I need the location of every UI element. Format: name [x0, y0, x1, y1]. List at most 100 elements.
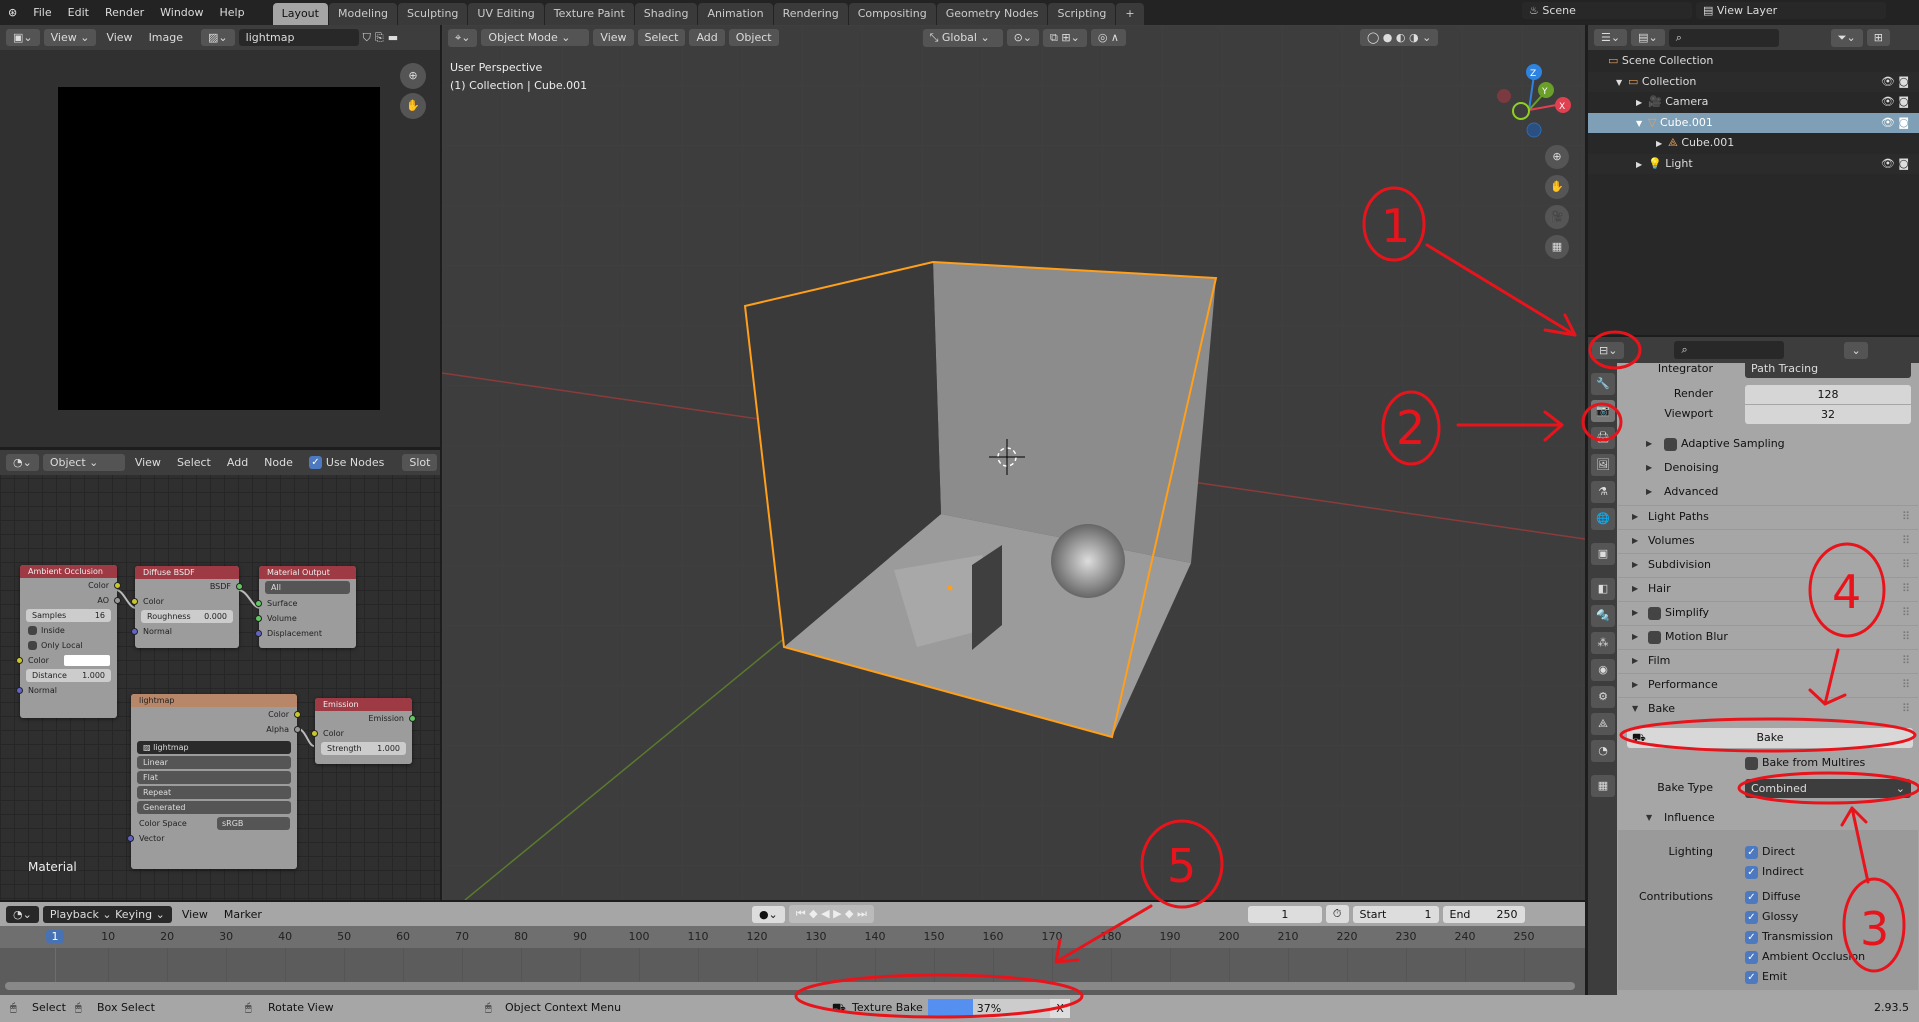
new-collection-button[interactable]: ⊞	[1866, 29, 1890, 46]
tab-workspace-8[interactable]: Compositing	[848, 3, 936, 25]
drag-handle-icon[interactable]: ⠿	[1902, 698, 1910, 720]
properties-tab-scene[interactable]: ⚗	[1591, 481, 1615, 503]
menu-file[interactable]: File	[25, 6, 59, 19]
menu-view[interactable]: View	[100, 31, 138, 44]
extension-dropdown[interactable]: Repeat	[137, 786, 291, 799]
color-swatch[interactable]	[64, 655, 110, 666]
drag-handle-icon[interactable]: ⠿	[1902, 578, 1910, 600]
visibility-eye-icon[interactable]: 👁 ◙	[1881, 72, 1909, 92]
distance-field[interactable]: Distance 1.000	[26, 669, 111, 682]
properties-tab-tool[interactable]: 🔧	[1591, 373, 1615, 395]
outliner-item[interactable]: ▭ Scene Collection	[1588, 51, 1919, 71]
visibility-eye-icon[interactable]: 👁 ◙	[1881, 113, 1909, 133]
menu-marker[interactable]: Marker	[218, 908, 268, 921]
viewport-samples-field[interactable]: 32	[1745, 405, 1911, 424]
playback-controls[interactable]: ⏮ ◆ ◀ ▶ ◆ ⏭	[788, 905, 874, 923]
options-dropdown[interactable]: ⌄	[1844, 341, 1868, 359]
contribution-checkbox[interactable]: ✓ Emit	[1618, 966, 1918, 988]
tab-workspace-7[interactable]: Rendering	[773, 3, 848, 25]
drag-handle-icon[interactable]: ⠿	[1902, 602, 1910, 624]
socket-output[interactable]	[114, 597, 121, 604]
node-ambient-occlusion[interactable]: Ambient Occlusion Color AO Samples 16 Ins…	[16, 565, 121, 718]
outliner-item[interactable]: ▼ ▽ Cube.001 👁 ◙	[1588, 112, 1919, 133]
socket-input[interactable]	[131, 598, 138, 605]
menu-render[interactable]: Render	[97, 6, 152, 19]
outliner-search[interactable]: ⌕	[1668, 28, 1779, 47]
socket-input[interactable]	[16, 657, 23, 664]
subpanel-1[interactable]: ▶ Denoising	[1618, 457, 1918, 479]
contribution-checkbox[interactable]: ✓ Transmission	[1618, 926, 1918, 948]
properties-tab-texture[interactable]: ▦	[1591, 775, 1615, 797]
filter-dropdown[interactable]: ⏷⌄	[1830, 28, 1863, 47]
view-mode-dropdown[interactable]: View ⌄	[43, 29, 97, 46]
tab-workspace-11[interactable]: +	[1116, 3, 1144, 25]
drag-handle-icon[interactable]: ⠿	[1902, 506, 1910, 528]
menu-view[interactable]: View	[176, 908, 214, 921]
image-field[interactable]: ▨ lightmap	[137, 741, 291, 754]
tab-workspace-3[interactable]: UV Editing	[468, 3, 544, 25]
node-diffuse-bsdf[interactable]: Diffuse BSDF BSDF Color Roughness 0.000 N…	[131, 566, 243, 648]
lighting-checkbox[interactable]: ✓ Direct	[1618, 841, 1918, 863]
start-frame-field[interactable]: Start 1	[1352, 905, 1439, 923]
editor-type-button[interactable]: ☰⌄	[1594, 29, 1628, 46]
contribution-checkbox[interactable]: ✓ Ambient Occlusion	[1618, 946, 1918, 968]
drag-handle-icon[interactable]: ⠿	[1902, 674, 1910, 696]
bake-button[interactable]: ⛟ Bake	[1627, 728, 1913, 748]
properties-tab-world[interactable]: 🌐	[1591, 508, 1615, 530]
disclosure-triangle-icon[interactable]: ▶	[1636, 155, 1648, 175]
proportional-edit-toggle[interactable]: ◎ ∧	[1090, 29, 1126, 46]
editor-type-button[interactable]: ◔⌄	[6, 905, 39, 923]
menu-view[interactable]: View	[593, 29, 634, 46]
playback-menu[interactable]: Playback ⌄ Keying ⌄	[42, 905, 172, 923]
samples-field[interactable]: Samples 16	[26, 609, 111, 622]
cancel-bake-button[interactable]: X	[1050, 999, 1070, 1018]
contribution-checkbox[interactable]: ✓ Diffuse	[1618, 886, 1918, 908]
menu-window[interactable]: Window	[152, 6, 211, 19]
tab-workspace-5[interactable]: Shading	[634, 3, 698, 25]
integrator-dropdown[interactable]: Path Tracing	[1745, 360, 1911, 378]
outliner-item[interactable]: ▶ ⟁ Cube.001	[1588, 133, 1919, 153]
keying-menu[interactable]: Keying	[115, 908, 152, 921]
source-dropdown[interactable]: Generated	[137, 801, 291, 814]
image-browse-button[interactable]: ▨⌄	[201, 29, 235, 46]
drag-handle-icon[interactable]: ⠿	[1902, 626, 1910, 648]
tab-workspace-0[interactable]: Layout	[272, 3, 328, 25]
bake-from-multires-checkbox[interactable]: Bake from Multires	[1618, 752, 1918, 774]
properties-tab-output[interactable]: 🖨	[1591, 427, 1615, 449]
socket-output[interactable]	[294, 726, 301, 733]
ortho-grid-icon[interactable]: ▦	[1545, 235, 1569, 259]
properties-tab-render[interactable]: 📷	[1591, 400, 1615, 422]
pan-hand-icon[interactable]: ✋	[1545, 175, 1569, 199]
snap-toggle[interactable]: ⧉ ⊞⌄	[1043, 28, 1087, 47]
panel-header[interactable]: ▶ Subdivision ⠿	[1618, 553, 1918, 575]
image-name-field[interactable]: lightmap	[238, 29, 359, 46]
preview-range-toggle[interactable]: ⏱	[1325, 905, 1349, 923]
pan-hand-icon[interactable]: ✋	[400, 93, 426, 119]
panel-header[interactable]: ▼ Bake ⠿	[1618, 697, 1918, 719]
current-frame-field[interactable]: 1	[1247, 905, 1322, 923]
socket-input[interactable]	[16, 687, 23, 694]
lighting-checkbox[interactable]: ✓ Indirect	[1618, 861, 1918, 883]
editor-type-button[interactable]: ⌖⌄	[448, 28, 478, 47]
properties-tab-modifier[interactable]: 🔩	[1591, 605, 1615, 627]
roughness-field[interactable]: Roughness 0.000	[141, 610, 233, 623]
drag-handle-icon[interactable]: ⠿	[1902, 650, 1910, 672]
properties-search[interactable]: ⌕	[1674, 341, 1785, 359]
open-image-icon[interactable]: ▬	[388, 31, 398, 44]
panel-header[interactable]: ▶ Motion Blur ⠿	[1618, 625, 1918, 647]
color-space-dropdown[interactable]: sRGB	[217, 817, 290, 830]
disclosure-triangle-icon[interactable]: ▶	[1636, 93, 1648, 113]
interpolation-dropdown[interactable]: Linear	[137, 756, 291, 769]
inside-checkbox[interactable]: Inside	[20, 623, 117, 638]
bake-type-dropdown[interactable]: Combined ⌄	[1745, 779, 1911, 798]
tab-workspace-6[interactable]: Animation	[698, 3, 773, 25]
properties-tab-collection[interactable]: ▣	[1591, 543, 1615, 565]
pivot-dropdown[interactable]: ⊙⌄	[1006, 29, 1040, 46]
node-emission[interactable]: Emission Emission Color Strength 1.000	[311, 698, 416, 764]
end-frame-field[interactable]: End 250	[1442, 905, 1525, 923]
tab-workspace-1[interactable]: Modeling	[328, 3, 398, 25]
socket-output[interactable]	[236, 583, 243, 590]
panel-header[interactable]: ▶ Simplify ⠿	[1618, 601, 1918, 623]
projection-dropdown[interactable]: Flat	[137, 771, 291, 784]
timeline-scrollbar[interactable]	[5, 982, 1575, 990]
